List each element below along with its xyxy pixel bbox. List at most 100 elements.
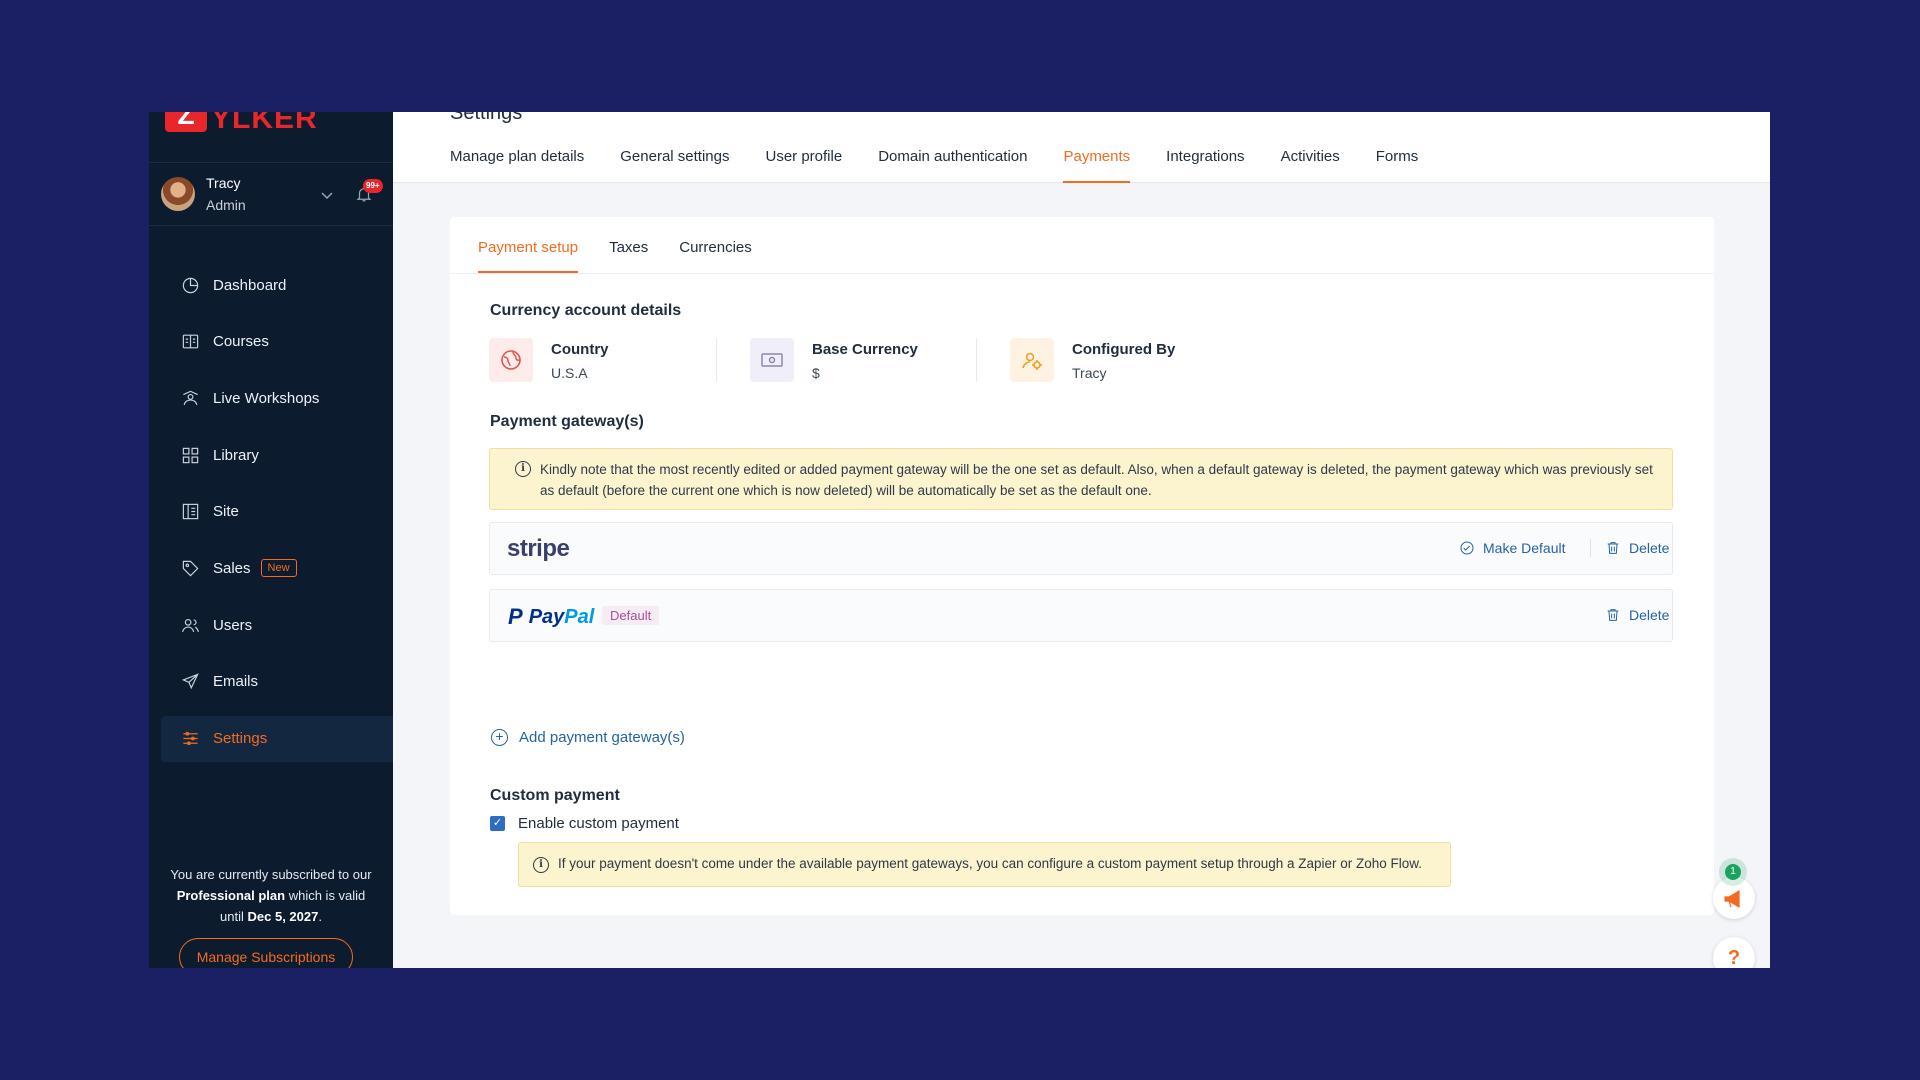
currency-section-title: Currency account details xyxy=(490,302,682,319)
subscription-text: You are currently subscribed to our xyxy=(170,867,372,882)
sidebar-item-label: Library xyxy=(213,446,259,464)
check-circle-icon xyxy=(1460,541,1474,555)
subscription-text: . xyxy=(318,909,322,924)
announcement-button[interactable] xyxy=(1713,877,1755,919)
sidebar-item-live-workshops[interactable]: Live Workshops xyxy=(161,375,393,421)
profile-role: Admin xyxy=(206,197,246,213)
divider xyxy=(450,273,1714,274)
custom-payment-title: Custom payment xyxy=(490,787,620,804)
detail-value: Tracy xyxy=(1072,365,1107,381)
divider xyxy=(976,338,977,382)
checkbox-label: Enable custom payment xyxy=(518,815,679,832)
avatar xyxy=(161,177,195,211)
help-button[interactable]: ? xyxy=(1713,937,1755,968)
sidebar-item-label: Dashboard xyxy=(213,276,287,294)
enable-custom-payment-checkbox[interactable]: ✓ xyxy=(490,816,505,831)
settings-tabs: Manage plan details General settings Use… xyxy=(450,148,1454,183)
stripe-gateway-row: stripe Make Default Delete xyxy=(489,522,1673,575)
sidebar-item-label: Sales xyxy=(213,559,251,577)
subtab-taxes[interactable]: Taxes xyxy=(609,217,648,273)
sidebar-item-users[interactable]: Users xyxy=(161,602,393,648)
detail-label: Configured By xyxy=(1072,341,1176,358)
info-icon: i xyxy=(533,857,549,873)
tab-payments[interactable]: Payments xyxy=(1063,148,1130,183)
delete-label: Delete xyxy=(1629,607,1670,623)
site-icon xyxy=(182,504,199,520)
detail-label: Base Currency xyxy=(812,341,918,358)
profile-menu[interactable]: Tracy Admin 99+ xyxy=(149,162,393,226)
paypal-wordmark: PayPal xyxy=(529,606,595,629)
plus-circle-icon: + xyxy=(491,729,508,746)
info-icon: i xyxy=(515,461,531,477)
logo-text: YLKER xyxy=(211,112,318,135)
tab-domain-authentication[interactable]: Domain authentication xyxy=(878,148,1027,183)
settings-icon xyxy=(183,731,198,746)
detail-label: Country xyxy=(551,341,609,358)
add-gateway-label: Add payment gateway(s) xyxy=(519,729,685,746)
manage-subscriptions-button[interactable]: Manage Subscriptions xyxy=(179,938,353,968)
sidebar-item-label: Settings xyxy=(213,730,268,747)
country-detail: Country U.S.A xyxy=(489,338,609,382)
money-icon xyxy=(750,338,794,382)
payments-card: Payment setup Taxes Currencies Currency … xyxy=(450,217,1714,915)
stripe-logo: stripe xyxy=(507,535,570,562)
users-icon xyxy=(182,618,199,632)
divider xyxy=(716,338,717,382)
delete-stripe-button[interactable]: Delete xyxy=(1605,540,1669,556)
sidebar-item-label: Site xyxy=(213,503,239,521)
make-default-label: Make Default xyxy=(1483,540,1566,556)
tab-general-settings[interactable]: General settings xyxy=(620,148,729,183)
send-icon xyxy=(181,673,199,690)
subtab-currencies[interactable]: Currencies xyxy=(679,217,752,273)
sidebar-item-emails[interactable]: Emails xyxy=(161,659,393,705)
brand-logo[interactable]: Z YLKER xyxy=(165,112,318,135)
make-default-button[interactable]: Make Default xyxy=(1459,540,1565,556)
delete-label: Delete xyxy=(1629,540,1670,556)
trash-icon xyxy=(1607,609,1619,621)
enable-custom-payment-row[interactable]: ✓ Enable custom payment xyxy=(490,815,679,832)
trash-icon xyxy=(1607,542,1619,554)
tab-manage-plan-details[interactable]: Manage plan details xyxy=(450,148,584,183)
detail-value: U.S.A xyxy=(551,365,588,381)
settings-header: Settings Manage plan details General set… xyxy=(393,112,1770,183)
sidebar: Z YLKER Tracy Admin 99+ Dashboard Course… xyxy=(149,112,393,968)
delete-paypal-button[interactable]: Delete xyxy=(1605,607,1669,623)
sidebar-item-courses[interactable]: Courses xyxy=(161,319,393,365)
sidebar-item-dashboard[interactable]: Dashboard xyxy=(161,262,393,308)
gateway-notice-text: Kindly note that the most recently edite… xyxy=(540,462,1653,498)
gateway-notice: i Kindly note that the most recently edi… xyxy=(489,448,1673,510)
add-payment-gateway-link[interactable]: + Add payment gateway(s) xyxy=(491,729,685,746)
tab-activities[interactable]: Activities xyxy=(1281,148,1340,183)
sidebar-item-label: Live Workshops xyxy=(213,389,320,407)
tab-integrations[interactable]: Integrations xyxy=(1166,148,1244,183)
custom-payment-notice-text: If your payment doesn't come under the a… xyxy=(558,856,1423,871)
detail-value: $ xyxy=(812,365,820,381)
sidebar-item-settings[interactable]: Settings xyxy=(161,715,393,762)
paypal-icon: P xyxy=(508,604,523,629)
notification-badge: 99+ xyxy=(363,179,383,193)
paypal-gateway-row: P PayPal Default Delete xyxy=(489,589,1673,642)
sidebar-item-label: Users xyxy=(213,616,253,634)
base-currency-detail: Base Currency $ xyxy=(750,338,918,382)
new-badge: New xyxy=(260,559,297,578)
profile-name: Tracy xyxy=(206,175,241,191)
payment-subtabs: Payment setup Taxes Currencies xyxy=(478,217,783,273)
logo-badge: Z xyxy=(165,112,207,132)
paypal-logo: P PayPal xyxy=(508,604,594,630)
subtab-payment-setup[interactable]: Payment setup xyxy=(478,217,579,273)
dashboard-icon xyxy=(182,277,199,293)
tab-user-profile[interactable]: User profile xyxy=(766,148,843,183)
paypal-wordmark-b: Pal xyxy=(564,605,595,628)
chevron-down-icon[interactable] xyxy=(321,189,333,203)
sidebar-item-site[interactable]: Site xyxy=(161,489,393,535)
sidebar-item-sales[interactable]: Sales New xyxy=(161,545,393,591)
subscription-plan: Professional plan xyxy=(176,888,286,903)
megaphone-icon xyxy=(1724,889,1740,909)
sidebar-item-label: Courses xyxy=(213,333,269,351)
custom-payment-notice: i If your payment doesn't come under the… xyxy=(518,842,1451,887)
tab-forms[interactable]: Forms xyxy=(1376,148,1419,183)
subscription-note: You are currently subscribed to our Prof… xyxy=(165,864,377,927)
app-window: Z YLKER Tracy Admin 99+ Dashboard Course… xyxy=(149,112,1770,968)
sidebar-item-library[interactable]: Library xyxy=(161,432,393,478)
subscription-date: Dec 5, 2027 xyxy=(247,909,319,924)
